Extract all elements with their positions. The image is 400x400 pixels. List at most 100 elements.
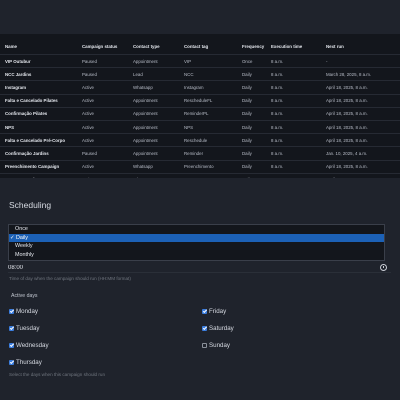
column-header-campaign-status[interactable]: Campaign status [77,38,128,55]
day-checkbox-friday[interactable]: Friday [202,306,226,316]
cell-name[interactable]: Preenchimento Campaign [0,160,77,174]
cell-campaign-status: Paused [77,54,128,69]
cell-frequency: Daily [237,107,266,121]
cell-frequency: Daily [237,80,266,95]
cell-contact-type: Appointment [128,146,179,161]
table-row[interactable]: Confirmação Pilates Active Appointment Remi… [0,107,400,121]
cell-execution-time: 8 a.m. [266,54,321,69]
checkbox-icon[interactable] [9,359,14,365]
cell-name[interactable]: Falta e Cancelado Pré-Corpo [0,133,77,148]
cell-frequency: Once [237,54,266,69]
table-row[interactable]: Instagram Active Whatsapp Instagram Daily 8 a… [0,80,400,95]
cell-contact-type: Appointment [128,120,179,135]
frequency-option-once[interactable]: Once [9,225,384,234]
cell-frequency: Daily [237,94,266,108]
campaigns-table-panel: Name Campaign status Contact type Contac… [0,34,400,187]
column-header-name[interactable]: Name [0,38,77,55]
cell-contact-tag: Reminder [179,146,237,161]
day-checkbox-thursday[interactable]: Thursday [9,357,42,367]
cell-campaign-status: Paused [77,146,128,161]
frequency-option-daily-label: Daily [16,234,28,241]
cell-execution-time: 8 a.m. [266,80,321,95]
scheduling-title: Scheduling [9,200,52,210]
cell-execution-time: 8 a.m. [266,133,321,148]
cell-contact-type: Appointment [128,94,179,108]
day-label: Sunday [209,341,230,349]
cell-contact-type: Lead [128,67,179,82]
days-hint: Select the days when this campaign shoul… [9,372,106,377]
frequency-option-weekly[interactable]: Weekly [9,242,384,251]
table-row[interactable]: VIP Outubur Paused Appointment VIP Once 8 a.m… [0,54,400,69]
cell-campaign-status: Active [77,107,128,121]
cell-campaign-status: Active [77,94,128,108]
cell-contact-tag: NPS [179,120,237,135]
cell-next-run: April 18, 2025, 8 a.m. [321,107,400,121]
clock-icon[interactable] [380,264,387,271]
cell-next-run: March 28, 2025, 8 a.m. [321,67,400,82]
table-row[interactable]: Falta e Cancelado Pilates Active Appointme… [0,94,400,108]
cell-execution-time: 8 a.m. [266,160,321,174]
day-label: Monday [16,307,39,315]
cell-name[interactable]: VIP Outubur [0,54,77,69]
checkbox-icon[interactable] [202,325,207,331]
column-header-frequency[interactable]: Frequency [237,38,266,55]
cell-campaign-status: Active [77,120,128,135]
day-checkbox-tuesday[interactable]: Tuesday [9,323,40,333]
cell-contact-tag: Instagram [179,80,237,95]
cell-name[interactable]: Confirmação Pilates [0,107,77,121]
cell-name[interactable]: Instagram [0,80,77,95]
cell-execution-time: 8 a.m. [266,146,321,161]
checkbox-icon[interactable] [9,325,14,331]
cell-campaign-status: Active [77,133,128,148]
cell-name[interactable]: NPS [0,120,77,135]
day-checkbox-sunday[interactable]: Sunday [202,340,230,350]
column-header-contact-type[interactable]: Contact type [128,38,179,55]
column-header-next-run[interactable]: Next run [321,38,400,55]
frequency-option-daily[interactable]: ✓ Daily [9,233,384,243]
table-row[interactable]: NCC Jardins Paused Lead NCC Daily 8 a.m. March… [0,67,400,82]
frequency-select[interactable]: Once ✓ Daily Weekly Monthly [8,224,385,261]
cell-frequency: Daily [237,67,266,82]
table-row[interactable]: Falta e Cancelado Pré-Corpo Active Appoint… [0,133,400,148]
cell-name[interactable]: Confirmação Jardins [0,146,77,161]
time-field-row [8,263,391,273]
day-label: Friday [209,307,227,315]
top-spacer [0,0,400,34]
cell-contact-type: Appointment [128,133,179,148]
cell-contact-tag: ReminderPL [179,107,237,121]
cell-name[interactable]: Falta e Cancelado Pilates [0,94,77,108]
table-row[interactable]: NPS Active Appointment NPS Daily 8 a.m. April … [0,120,400,135]
cell-contact-tag: Reschedule [179,133,237,148]
frequency-option-monthly[interactable]: Monthly [9,251,384,260]
column-header-execution-time[interactable]: Execution time [266,38,321,55]
table-row[interactable]: Confirmação Jardins Paused Appointment Remi… [0,146,400,161]
table-header-row: Name Campaign status Contact type Contac… [0,38,400,55]
day-checkbox-monday[interactable]: Monday [9,306,38,316]
checkbox-icon[interactable] [9,308,14,314]
day-checkbox-saturday[interactable]: Saturday [202,323,234,333]
day-label: Wednesday [16,341,49,349]
cell-next-run: April 18, 2025, 8 a.m. [321,160,400,174]
cell-next-run: April 18, 2025, 8 a.m. [321,80,400,95]
column-header-contact-tag[interactable]: Contact tag [179,38,237,55]
checkbox-icon[interactable] [202,308,207,314]
cell-next-run: April 18, 2025, 8 a.m. [321,133,400,148]
active-days-label: Active days [11,293,38,299]
day-label: Tuesday [16,324,40,332]
checkbox-icon[interactable] [9,342,14,348]
cell-next-run: April 18, 2025, 8 a.m. [321,94,400,108]
cell-next-run: - [321,54,400,69]
execution-time-input[interactable] [8,263,368,272]
cell-contact-tag: VIP [179,54,237,69]
checkbox-icon[interactable] [202,342,207,348]
day-label: Thursday [16,358,42,366]
day-checkbox-wednesday[interactable]: Wednesday [9,340,49,350]
cell-contact-tag: Preenchimento [179,160,237,174]
cell-contact-tag: RescheduleFL [179,94,237,108]
cell-name[interactable]: NCC Jardins [0,67,77,82]
cell-contact-type: Appointment [128,54,179,69]
cell-contact-type: Whatsapp [128,80,179,95]
table-row[interactable]: Preenchimento Campaign Active Whatsapp Pree… [0,160,400,174]
cell-execution-time: 8 a.m. [266,120,321,135]
cell-contact-tag: NCC [179,67,237,82]
